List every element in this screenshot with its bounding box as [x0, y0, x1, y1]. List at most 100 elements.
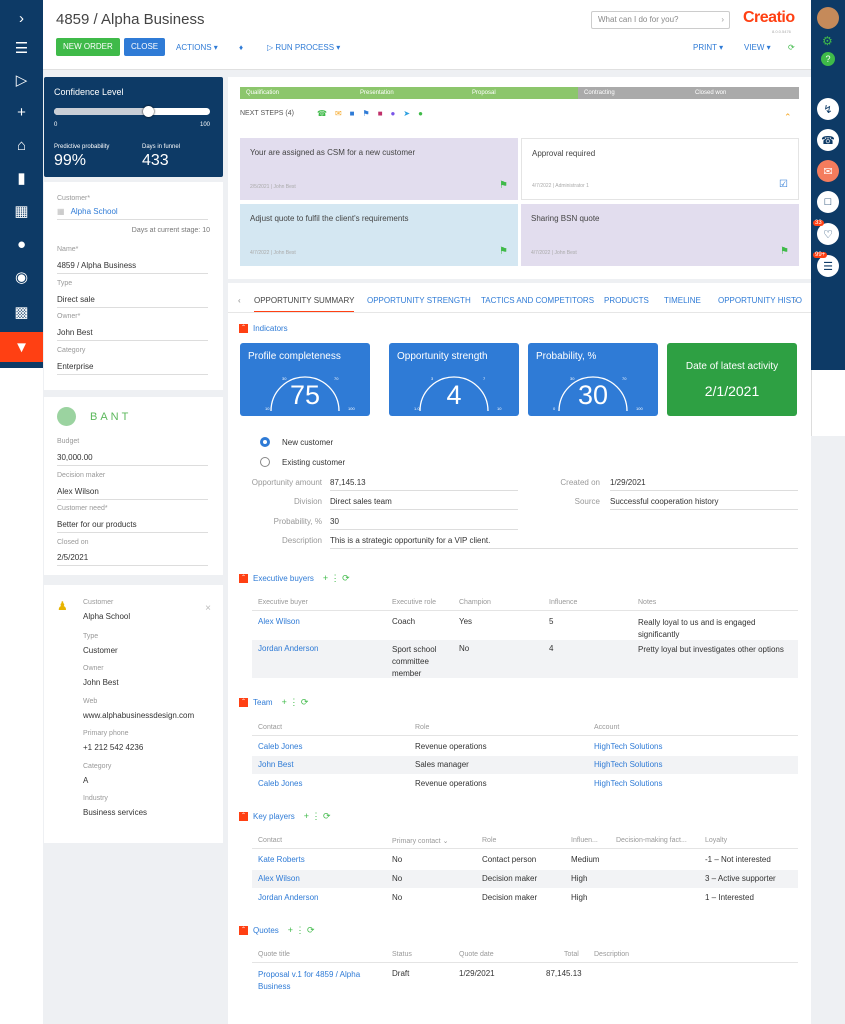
checkbox-icon[interactable]: ☑	[779, 179, 788, 190]
cell[interactable]: Kate Roberts	[258, 855, 305, 864]
gear-icon[interactable]: ⚙	[822, 34, 833, 48]
whatsapp-icon[interactable]: ●	[418, 109, 431, 118]
add-icon[interactable]: +	[0, 97, 43, 127]
table-row[interactable]: Proposal v.1 for 4859 / Alpha Business D…	[252, 966, 798, 994]
card-owner-link[interactable]: John Best	[83, 678, 234, 687]
section-tools-icon[interactable]: + ⋮ ⟳	[282, 697, 309, 708]
refresh-icon[interactable]: ⟳	[788, 43, 795, 52]
radio-checked-icon[interactable]	[260, 437, 270, 447]
cell[interactable]: Jordan Anderson	[258, 644, 319, 653]
cell[interactable]: Proposal v.1 for 4859 / Alpha Business	[258, 969, 378, 993]
flag-icon[interactable]: ⚑	[780, 246, 789, 257]
help-icon[interactable]: ?	[821, 52, 835, 66]
section-tools-icon[interactable]: + ⋮ ⟳	[304, 811, 331, 822]
flag-icon[interactable]: ⚑	[499, 180, 508, 191]
print-menu[interactable]: PRINT ▾	[693, 43, 723, 52]
cell[interactable]: HighTech Solutions	[594, 760, 662, 769]
quotes-header[interactable]: ⌃ Quotes + ⋮ ⟳	[239, 925, 315, 936]
email-icon[interactable]: ✉	[817, 160, 839, 182]
feed-icon[interactable]: ☰	[817, 255, 839, 277]
card-phone-link[interactable]: +1 212 542 4236	[83, 743, 234, 752]
stage-presentation[interactable]: Presentation	[354, 87, 469, 99]
tag-icon[interactable]: ♦	[239, 43, 243, 52]
new-order-button[interactable]: NEW ORDER	[56, 38, 120, 56]
slider-knob[interactable]	[142, 106, 154, 117]
close-button[interactable]: CLOSE	[124, 38, 166, 56]
table-row[interactable]: Jordan Anderson No Decision maker High 1…	[252, 888, 798, 906]
table-row[interactable]: Jordan Anderson Sport school committee m…	[252, 640, 798, 678]
actions-menu[interactable]: ACTIONS ▾	[176, 43, 218, 52]
exec-buyers-header[interactable]: ⌃ Executive buyers + ⋮ ⟳	[239, 573, 350, 584]
cell[interactable]: Jordan Anderson	[258, 893, 319, 902]
sort-chevron-icon[interactable]: ⌄	[443, 838, 449, 845]
search-input[interactable]: What can I do for you? ›	[591, 11, 730, 29]
section-tools-icon[interactable]: + ⋮ ⟳	[323, 573, 350, 584]
search-go-icon[interactable]: ›	[721, 12, 724, 28]
indicators-header[interactable]: ⌃ Indicators	[239, 324, 288, 333]
amount-field[interactable]: 87,145.13	[330, 478, 518, 491]
flag-icon[interactable]: ⚑	[499, 246, 508, 257]
contacts-icon[interactable]: ●	[0, 229, 43, 259]
tab-opportunity-history[interactable]: OPPORTUNITY HISTO	[718, 296, 802, 305]
run-process-menu[interactable]: ▷ RUN PROCESS ▾	[267, 43, 340, 52]
section-tools-icon[interactable]: + ⋮ ⟳	[288, 925, 315, 936]
collapse-square-icon[interactable]: ⌃	[239, 926, 248, 935]
created-field[interactable]: 1/29/2021	[610, 478, 798, 491]
bell-icon[interactable]: ♡	[817, 223, 839, 245]
customer-link[interactable]: Alpha School	[71, 207, 118, 216]
play-icon[interactable]: ▷	[0, 65, 43, 95]
collapse-square-icon[interactable]: ⌃	[239, 574, 248, 583]
opportunities-icon[interactable]: ▼	[0, 332, 43, 362]
sms-icon[interactable]: ■	[378, 109, 391, 118]
stage-contracting[interactable]: Contracting	[578, 87, 693, 99]
customer-field[interactable]: ▦ Alpha School	[57, 207, 208, 220]
division-field[interactable]: Direct sales team	[330, 497, 518, 510]
tabs-prev-icon[interactable]: ‹	[238, 296, 241, 305]
next-step-card[interactable]: Sharing BSN quote 4/7/2022 | John Best ⚑	[521, 204, 799, 266]
tab-opportunity-strength[interactable]: OPPORTUNITY STRENGTH	[367, 296, 471, 305]
stage-qualification[interactable]: Qualification	[240, 87, 355, 99]
call-icon[interactable]: ☎	[317, 109, 335, 118]
desc-field[interactable]: This is a strategic opportunity for a VI…	[330, 536, 798, 549]
table-row[interactable]: Alex Wilson Coach Yes 5 Really loyal to …	[252, 614, 798, 640]
menu-icon[interactable]: ☰	[0, 33, 43, 63]
table-row[interactable]: John Best Sales manager HighTech Solutio…	[252, 756, 798, 774]
tabs-next-icon[interactable]: ›	[794, 296, 797, 305]
email-small-icon[interactable]: ✉	[335, 109, 350, 118]
new-customer-radio[interactable]: New customer	[260, 437, 333, 447]
tab-timeline[interactable]: TIMELINE	[664, 296, 701, 305]
chat-small-icon[interactable]: ■	[350, 109, 363, 118]
next-step-card[interactable]: Your are assigned as CSM for a new custo…	[240, 138, 518, 200]
cell[interactable]: Caleb Jones	[258, 779, 302, 788]
view-menu[interactable]: VIEW ▾	[744, 43, 771, 52]
radio-unchecked-icon[interactable]	[260, 457, 270, 467]
prob-field[interactable]: 30	[330, 517, 518, 530]
owner-field[interactable]: John Best	[57, 328, 208, 341]
dashboard-icon[interactable]: ▮	[0, 163, 43, 193]
leads-icon[interactable]: ◉	[0, 262, 43, 292]
flag-icon[interactable]: ⚑	[363, 109, 378, 118]
tab-tactics[interactable]: TACTICS AND COMPETITORS	[481, 296, 594, 305]
need-field[interactable]: Better for our products	[57, 520, 208, 533]
cell[interactable]: Caleb Jones	[258, 742, 302, 751]
name-field[interactable]: 4859 / Alpha Business	[57, 261, 208, 274]
next-step-card[interactable]: Adjust quote to fulfil the client's requ…	[240, 204, 518, 266]
tab-products[interactable]: PRODUCTS	[604, 296, 649, 305]
stage-closed-won[interactable]: Closed won	[689, 87, 799, 99]
collapse-square-icon[interactable]: ⌃	[239, 812, 248, 821]
tab-opportunity-summary[interactable]: OPPORTUNITY SUMMARY	[254, 296, 355, 313]
telegram-icon[interactable]: ➤	[403, 109, 418, 118]
chat-icon[interactable]: □	[817, 191, 839, 213]
table-row[interactable]: Caleb Jones Revenue operations HighTech …	[252, 738, 798, 756]
cell[interactable]: Alex Wilson	[258, 617, 300, 626]
stage-proposal[interactable]: Proposal	[466, 87, 581, 99]
user-avatar[interactable]	[817, 7, 839, 29]
home-icon[interactable]: ⌂	[0, 130, 43, 160]
cell[interactable]: Alex Wilson	[258, 874, 300, 883]
existing-customer-radio[interactable]: Existing customer	[260, 457, 345, 467]
card-web-link[interactable]: www.alphabusinessdesign.com	[83, 711, 234, 720]
decision-field[interactable]: Alex Wilson	[57, 487, 208, 500]
source-field[interactable]: Successful cooperation history	[610, 497, 798, 510]
budget-field[interactable]: 30,000.00	[57, 453, 208, 466]
collapse-square-icon[interactable]: ⌃	[239, 324, 248, 333]
